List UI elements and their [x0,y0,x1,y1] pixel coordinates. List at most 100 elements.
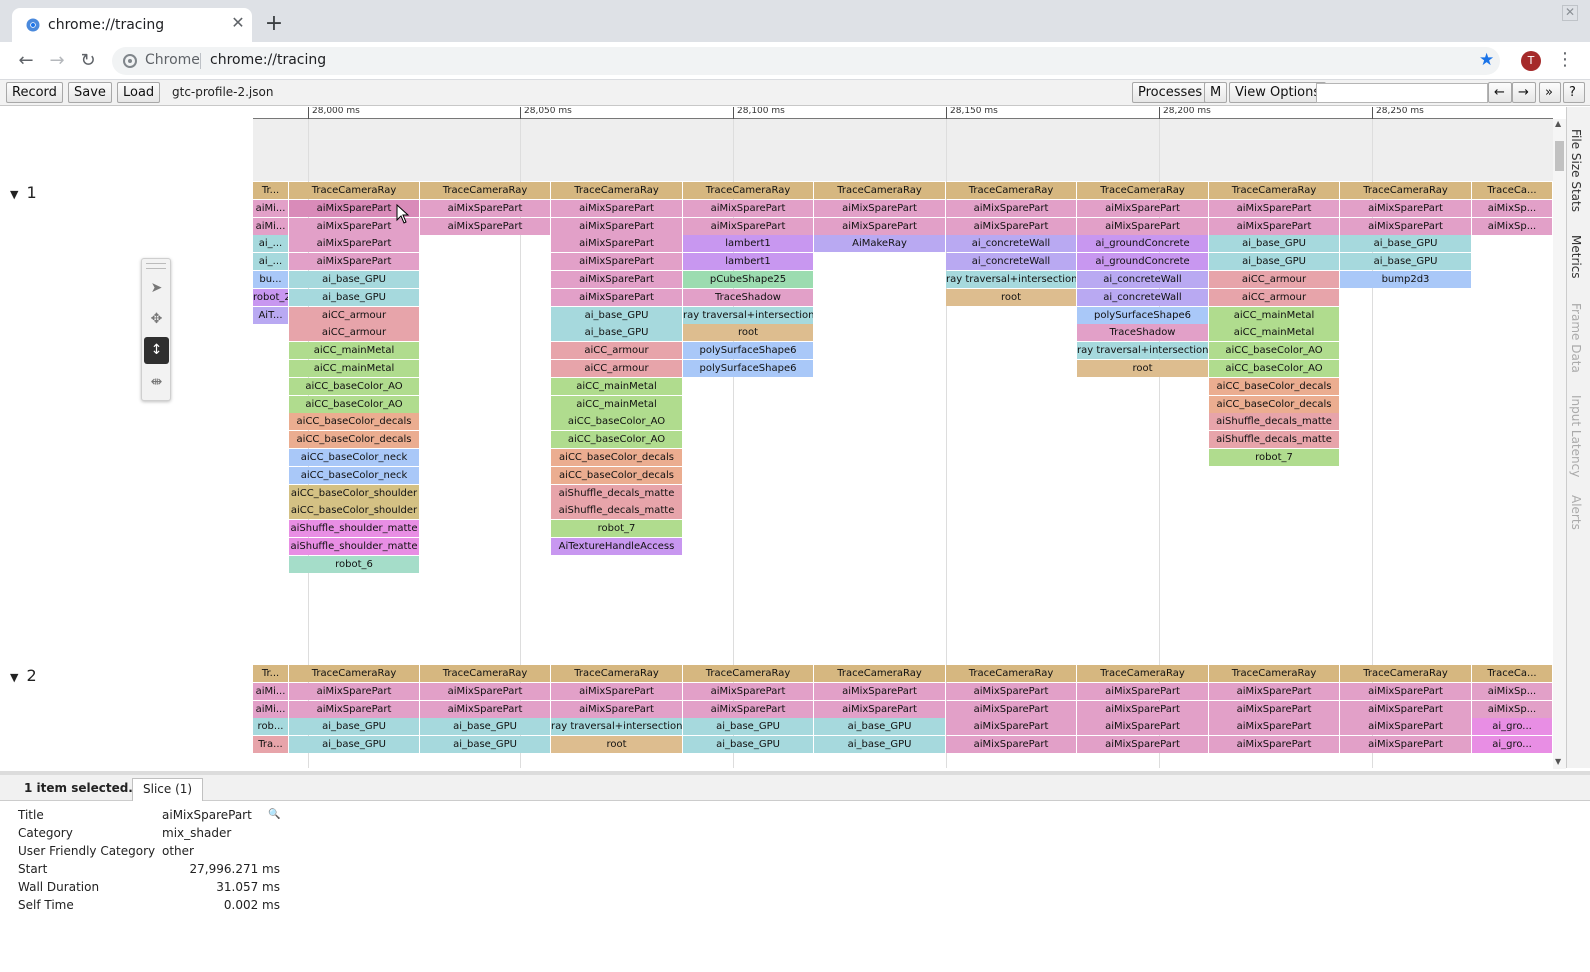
trace-slice[interactable]: aiMixSparePart [420,682,550,700]
trace-slice[interactable]: rob... [253,718,288,736]
trace-slice[interactable]: ray traversal+intersection [551,718,682,736]
trace-slice[interactable]: aiMixSparePart [420,217,550,235]
trace-slice[interactable]: pCubeShape25 [683,271,813,288]
trace-slice[interactable]: ray traversal+intersection [1077,342,1208,360]
trace-slice[interactable]: aiCC_armour [1209,271,1339,288]
trace-slice[interactable]: ai_... [253,235,288,253]
trace-slice[interactable]: aiCC_mainMetal [551,395,682,413]
scroll-down-icon[interactable]: ▼ [1555,757,1561,766]
trace-slice[interactable]: aiMixSp... [1472,682,1552,700]
search-icon[interactable]: 🔍 [268,806,280,824]
trace-slice[interactable]: aiMixSparePart [814,217,945,235]
trace-slice[interactable]: aiCC_baseColor_AO [1209,360,1339,377]
trace-slice[interactable]: aiMixSparePart [1340,736,1471,754]
new-tab-button[interactable]: + [262,13,286,37]
trace-slice[interactable]: ai_base_GPU [289,736,419,754]
trace-slice[interactable]: ai_concreteWall [946,235,1076,253]
trace-slice[interactable]: TraceCameraRay [420,665,550,682]
tracks-scrollbar[interactable]: ▲ ▼ [1553,119,1566,769]
trace-slice[interactable]: aiShuffle_decals_matte [551,484,682,502]
trace-slice[interactable]: aiMixSparePart [814,700,945,718]
trace-slice[interactable]: aiMixSparePart [946,700,1076,718]
trace-slice[interactable]: TraceCameraRay [551,665,682,682]
trace-slice[interactable]: ai_base_GPU [551,306,682,324]
trace-slice[interactable]: aiCC_mainMetal [289,342,419,360]
trace-slice[interactable]: aiMixSparePart [683,682,813,700]
trace-slice[interactable]: AiTextureHandleAccess [551,538,682,555]
trace-slice[interactable]: aiMixSparePart [289,253,419,271]
trace-slice[interactable]: aiMixSparePart [420,700,550,718]
trace-slice[interactable]: TraceCa... [1472,665,1552,682]
tab-alerts[interactable]: Alerts [1569,495,1583,530]
trace-slice[interactable]: aiMixSparePart [946,736,1076,754]
trace-slice[interactable]: aiMixSparePart [946,718,1076,736]
trace-slice[interactable]: TraceCameraRay [683,182,813,199]
trace-slice[interactable]: aiMixSparePart [1340,700,1471,718]
trace-slice[interactable]: aiMixSparePart [946,682,1076,700]
trace-slice[interactable]: aiMixSparePart [1209,682,1339,700]
trace-slice[interactable]: ray traversal+intersection [683,306,813,324]
record-button[interactable]: Record [6,82,63,103]
trace-slice[interactable]: aiMixSparePart [551,217,682,235]
trace-slice[interactable]: aiMixSparePart [551,235,682,253]
trace-slice[interactable]: aiMi... [253,217,288,235]
trace-slice[interactable]: ai_base_GPU [1340,235,1471,253]
trace-slice[interactable]: ai_base_GPU [420,736,550,754]
trace-slice[interactable]: aiShuffle_decals_matte [1209,413,1339,431]
trace-slice[interactable]: root [946,288,1076,306]
trace-slice[interactable]: aiCC_baseColor_neck [289,449,419,466]
trace-slice[interactable]: lambert1 [683,253,813,271]
trace-slice[interactable]: aiMixSparePart [1340,718,1471,736]
tab-input-latency[interactable]: Input Latency [1569,395,1583,477]
trace-slice[interactable]: ai_base_GPU [683,718,813,736]
pan-mode-icon[interactable]: ✥ [144,306,169,333]
trace-slice[interactable]: robot_2 [253,288,288,306]
find-next-button[interactable]: → [1512,82,1536,103]
trace-slice[interactable]: TraceShadow [683,288,813,306]
trace-slice[interactable]: TraceCameraRay [683,665,813,682]
back-arrow-icon[interactable]: ← [14,49,38,73]
trace-slice[interactable]: aiMi... [253,682,288,700]
tab-file-size-stats[interactable]: File Size Stats [1569,129,1583,212]
expand-triangle-icon[interactable]: ▼ [10,671,18,684]
tab-close-icon[interactable]: ✕ [228,13,248,33]
trace-slice[interactable]: aiMixSparePart [1209,736,1339,754]
trace-slice[interactable]: ai_base_GPU [289,288,419,306]
trace-slice[interactable]: ai_base_GPU [1209,253,1339,271]
processes-button[interactable]: Processes [1132,82,1209,103]
trace-slice[interactable]: TraceCa... [1472,182,1552,199]
expand-triangle-icon[interactable]: ▼ [10,188,18,201]
thread-1-label[interactable]: ▼ 1 [10,183,37,202]
metadata-button[interactable]: M [1204,82,1228,103]
trace-slice[interactable]: aiCC_armour [1209,288,1339,306]
trace-slice[interactable]: aiMixSparePart [814,682,945,700]
profile-avatar[interactable]: T [1521,51,1541,71]
trace-slice[interactable]: aiMixSparePart [1077,718,1208,736]
window-close-button[interactable]: ✕ [1562,5,1578,21]
trace-slice[interactable]: lambert1 [683,235,813,253]
trace-slice[interactable]: aiMixSparePart [1340,682,1471,700]
trace-slice[interactable]: aiCC_baseColor_AO [289,377,419,395]
trace-slice[interactable]: ray traversal+intersection [946,271,1076,288]
trace-slice[interactable]: TraceCameraRay [946,182,1076,199]
trace-slice[interactable]: TraceCameraRay [1209,182,1339,199]
trace-slice[interactable]: TraceCameraRay [289,665,419,682]
trace-slice[interactable]: AiMakeRay [814,235,945,253]
trace-slice[interactable]: TraceCameraRay [289,182,419,199]
zoom-mode-icon[interactable]: ↕ [144,337,169,364]
bookmark-star-icon[interactable]: ★ [1479,50,1494,70]
trace-slice[interactable]: aiMi... [253,199,288,217]
trace-slice[interactable]: polySurfaceShape6 [683,360,813,377]
trace-slice[interactable]: aiMixSparePart [683,700,813,718]
trace-slice[interactable]: TraceCameraRay [420,182,550,199]
trace-slice[interactable]: root [1077,360,1208,377]
trace-slice[interactable]: ai_base_GPU [1340,253,1471,271]
trace-slice[interactable]: aiMixSp... [1472,199,1552,217]
trace-slice[interactable]: aiMixSparePart [551,700,682,718]
trace-slice[interactable]: aiCC_baseColor_decals [551,449,682,466]
trace-slice[interactable]: aiCC_armour [289,324,419,342]
trace-slice[interactable]: aiCC_armour [551,342,682,360]
save-button[interactable]: Save [68,82,112,103]
view-options-button[interactable]: View Options [1229,82,1327,103]
trace-slice[interactable]: aiCC_baseColor_AO [551,413,682,431]
